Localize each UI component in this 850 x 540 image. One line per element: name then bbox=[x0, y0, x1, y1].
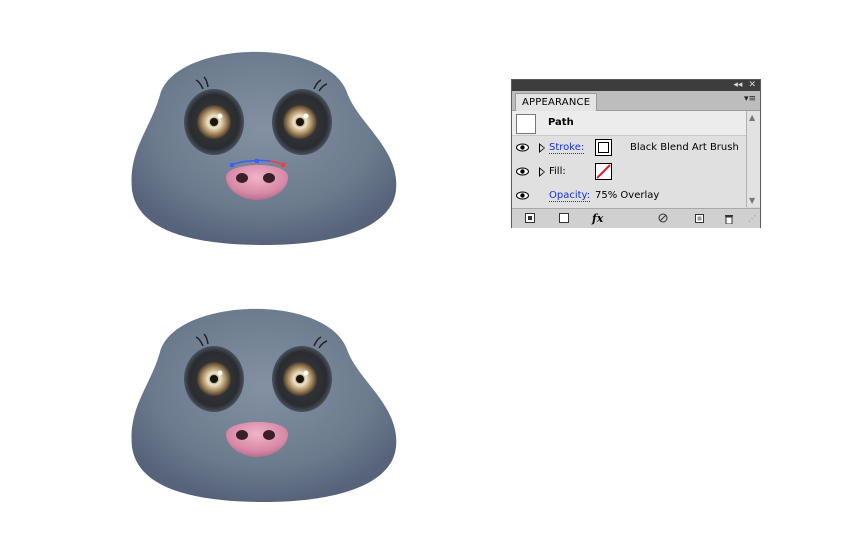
collapse-icon[interactable]: ◂◂ bbox=[733, 80, 742, 91]
tab-row: APPEARANCE ▾≡ bbox=[512, 91, 760, 111]
eye-icon[interactable] bbox=[515, 164, 530, 179]
expand-triangle-icon[interactable] bbox=[539, 143, 545, 153]
eye-icon[interactable] bbox=[515, 140, 530, 155]
scroll-down-icon[interactable]: ▼ bbox=[749, 196, 755, 205]
tab-appearance[interactable]: APPEARANCE bbox=[515, 93, 598, 111]
add-new-fill-icon[interactable] bbox=[559, 212, 569, 224]
trash-icon[interactable] bbox=[724, 212, 734, 224]
character-top bbox=[131, 51, 397, 245]
panel-bottom-bar: fx ⋰ bbox=[512, 208, 760, 228]
panel-scrollbar[interactable]: ▲ ▼ bbox=[746, 111, 760, 207]
stroke-value: Black Blend Art Brush bbox=[630, 142, 739, 153]
opacity-value: 75% Overlay bbox=[595, 190, 660, 201]
resize-grip-icon[interactable]: ⋰ bbox=[748, 212, 756, 224]
eye-icon[interactable] bbox=[515, 188, 530, 203]
opacity-label[interactable]: Opacity: bbox=[549, 190, 591, 202]
fill-none-swatch[interactable] bbox=[595, 163, 612, 180]
scroll-up-icon[interactable]: ▲ bbox=[749, 113, 755, 122]
panel-menu-icon[interactable]: ▾≡ bbox=[744, 94, 756, 104]
fill-label: Fill: bbox=[549, 166, 566, 177]
panel-titlebar[interactable]: ◂◂ ✕ bbox=[512, 80, 760, 91]
stroke-label[interactable]: Stroke: bbox=[549, 142, 585, 154]
clear-appearance-icon[interactable] bbox=[658, 212, 668, 224]
appearance-panel: ◂◂ ✕ APPEARANCE ▾≡ Path Stroke: Black Bl… bbox=[511, 79, 761, 228]
path-row[interactable]: Path bbox=[512, 111, 746, 136]
stroke-row[interactable]: Stroke: Black Blend Art Brush bbox=[512, 136, 746, 161]
path-thumbnail bbox=[516, 114, 536, 134]
fill-row[interactable]: Fill: bbox=[512, 160, 746, 185]
path-label: Path bbox=[548, 117, 574, 128]
stroke-swatch[interactable] bbox=[595, 139, 612, 156]
character-bottom bbox=[131, 308, 397, 502]
appearance-list: Path Stroke: Black Blend Art Brush Fill: bbox=[512, 111, 746, 209]
add-new-stroke-icon[interactable] bbox=[525, 212, 535, 224]
fx-icon[interactable]: fx bbox=[592, 212, 603, 225]
expand-triangle-icon[interactable] bbox=[539, 167, 545, 177]
duplicate-item-icon[interactable] bbox=[695, 212, 705, 224]
opacity-row[interactable]: Opacity: 75% Overlay bbox=[512, 184, 746, 209]
close-icon[interactable]: ✕ bbox=[748, 80, 756, 91]
head-shape bbox=[131, 51, 397, 245]
head-shape bbox=[131, 308, 397, 502]
